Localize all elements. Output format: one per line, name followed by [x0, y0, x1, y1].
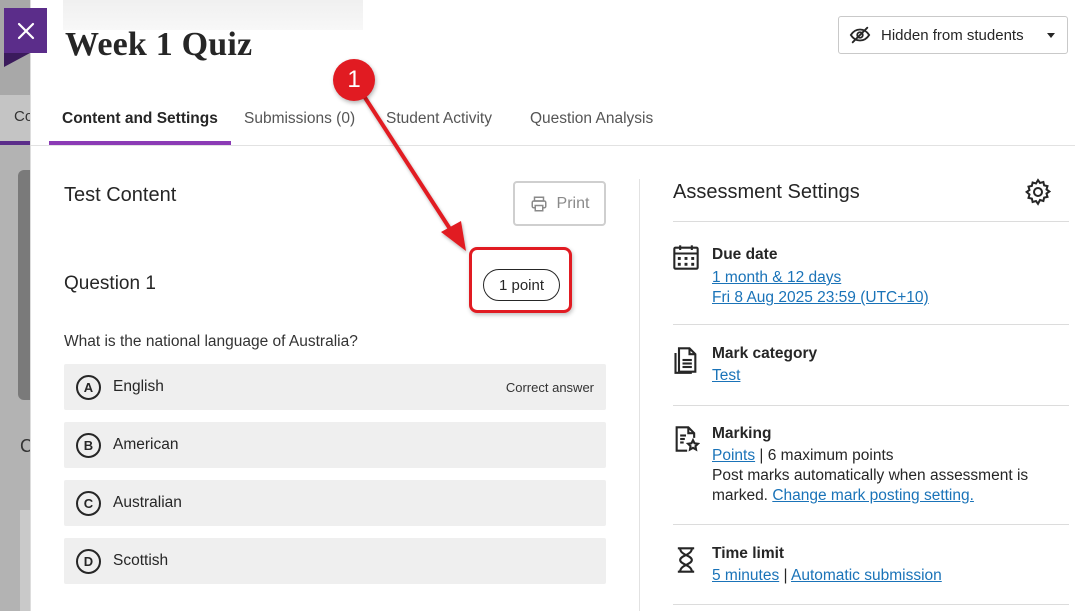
print-button[interactable]: Print	[513, 181, 606, 226]
gear-icon[interactable]	[1023, 177, 1053, 207]
answer-option-a[interactable]: A English Correct answer	[64, 364, 606, 410]
printer-icon	[531, 196, 547, 211]
answer-text: Scottish	[113, 552, 169, 569]
correct-answer-label: Correct answer	[505, 379, 594, 395]
answer-letter: C	[76, 490, 101, 516]
tab-bar: Content and Settings Submissions (0) Stu…	[31, 92, 1075, 146]
document-icon	[674, 347, 697, 374]
visibility-dropdown[interactable]: Hidden from students	[838, 16, 1068, 54]
change-mark-posting-link[interactable]: Change mark posting setting.	[772, 487, 974, 504]
answer-option-d[interactable]: D Scottish	[64, 538, 606, 584]
automatic-submission-link[interactable]: Automatic submission	[791, 567, 942, 584]
close-button[interactable]	[4, 8, 47, 53]
annotation-step-badge: 1	[333, 59, 375, 101]
page-title: Week 1 Quiz	[65, 26, 253, 63]
marking-label: Marking	[712, 425, 772, 442]
background-tab-underline	[0, 141, 30, 145]
max-points-text: 6 maximum points	[767, 447, 894, 464]
question-text: What is the national language of Austral…	[64, 333, 358, 350]
time-limit-duration-link[interactable]: 5 minutes	[712, 567, 779, 584]
settings-divider	[673, 604, 1069, 605]
answer-letter: B	[76, 432, 101, 458]
separator: |	[759, 447, 764, 464]
marking-scheme-link[interactable]: Points	[712, 447, 755, 464]
print-label: Print	[556, 194, 590, 212]
chevron-down-icon	[1047, 32, 1055, 38]
tab-question-analysis[interactable]: Question Analysis	[530, 92, 653, 145]
due-date-relative-link[interactable]: 1 month & 12 days	[712, 269, 841, 286]
answer-letter: A	[76, 374, 101, 400]
mark-category-label: Mark category	[712, 345, 818, 362]
visibility-label: Hidden from students	[881, 26, 1024, 44]
answer-option-b[interactable]: B American	[64, 422, 606, 468]
close-icon	[17, 22, 34, 39]
due-date-label: Due date	[712, 246, 778, 263]
answer-text: Australian	[113, 494, 182, 511]
mark-category-link[interactable]: Test	[712, 367, 740, 384]
test-content-heading: Test Content	[64, 184, 177, 206]
close-button-tab	[4, 53, 30, 67]
tab-submissions[interactable]: Submissions (0)	[244, 92, 355, 145]
background-box	[20, 510, 30, 611]
answer-option-c[interactable]: C Australian	[64, 480, 606, 526]
background-card	[18, 170, 30, 400]
settings-divider	[673, 524, 1069, 525]
calendar-icon	[673, 245, 699, 270]
tab-student-activity[interactable]: Student Activity	[386, 92, 492, 145]
question-title: Question 1	[64, 273, 156, 294]
tab-content-and-settings[interactable]: Content and Settings	[62, 92, 218, 145]
answer-letter: D	[76, 548, 101, 574]
settings-divider	[673, 324, 1069, 325]
points-badge[interactable]: 1 point	[483, 269, 560, 301]
answer-text: American	[113, 436, 179, 453]
assessment-panel: Week 1 Quiz Hidden from students Content…	[30, 0, 1075, 611]
settings-divider	[673, 405, 1069, 406]
hourglass-icon	[677, 547, 695, 573]
active-tab-indicator	[49, 141, 231, 145]
time-limit-label: Time limit	[712, 545, 785, 562]
column-divider	[639, 179, 640, 611]
assessment-settings-heading: Assessment Settings	[673, 181, 860, 203]
due-date-absolute-link[interactable]: Fri 8 Aug 2025 23:59 (UTC+10)	[712, 289, 929, 306]
separator: |	[783, 567, 788, 584]
settings-divider	[673, 221, 1069, 222]
eye-slash-icon	[849, 26, 871, 44]
mark-posting-text-end: marked.	[712, 487, 768, 504]
marking-document-star-icon	[675, 426, 700, 452]
answer-text: English	[113, 378, 164, 395]
mark-posting-text: Post marks automatically when assessment…	[712, 467, 1029, 484]
